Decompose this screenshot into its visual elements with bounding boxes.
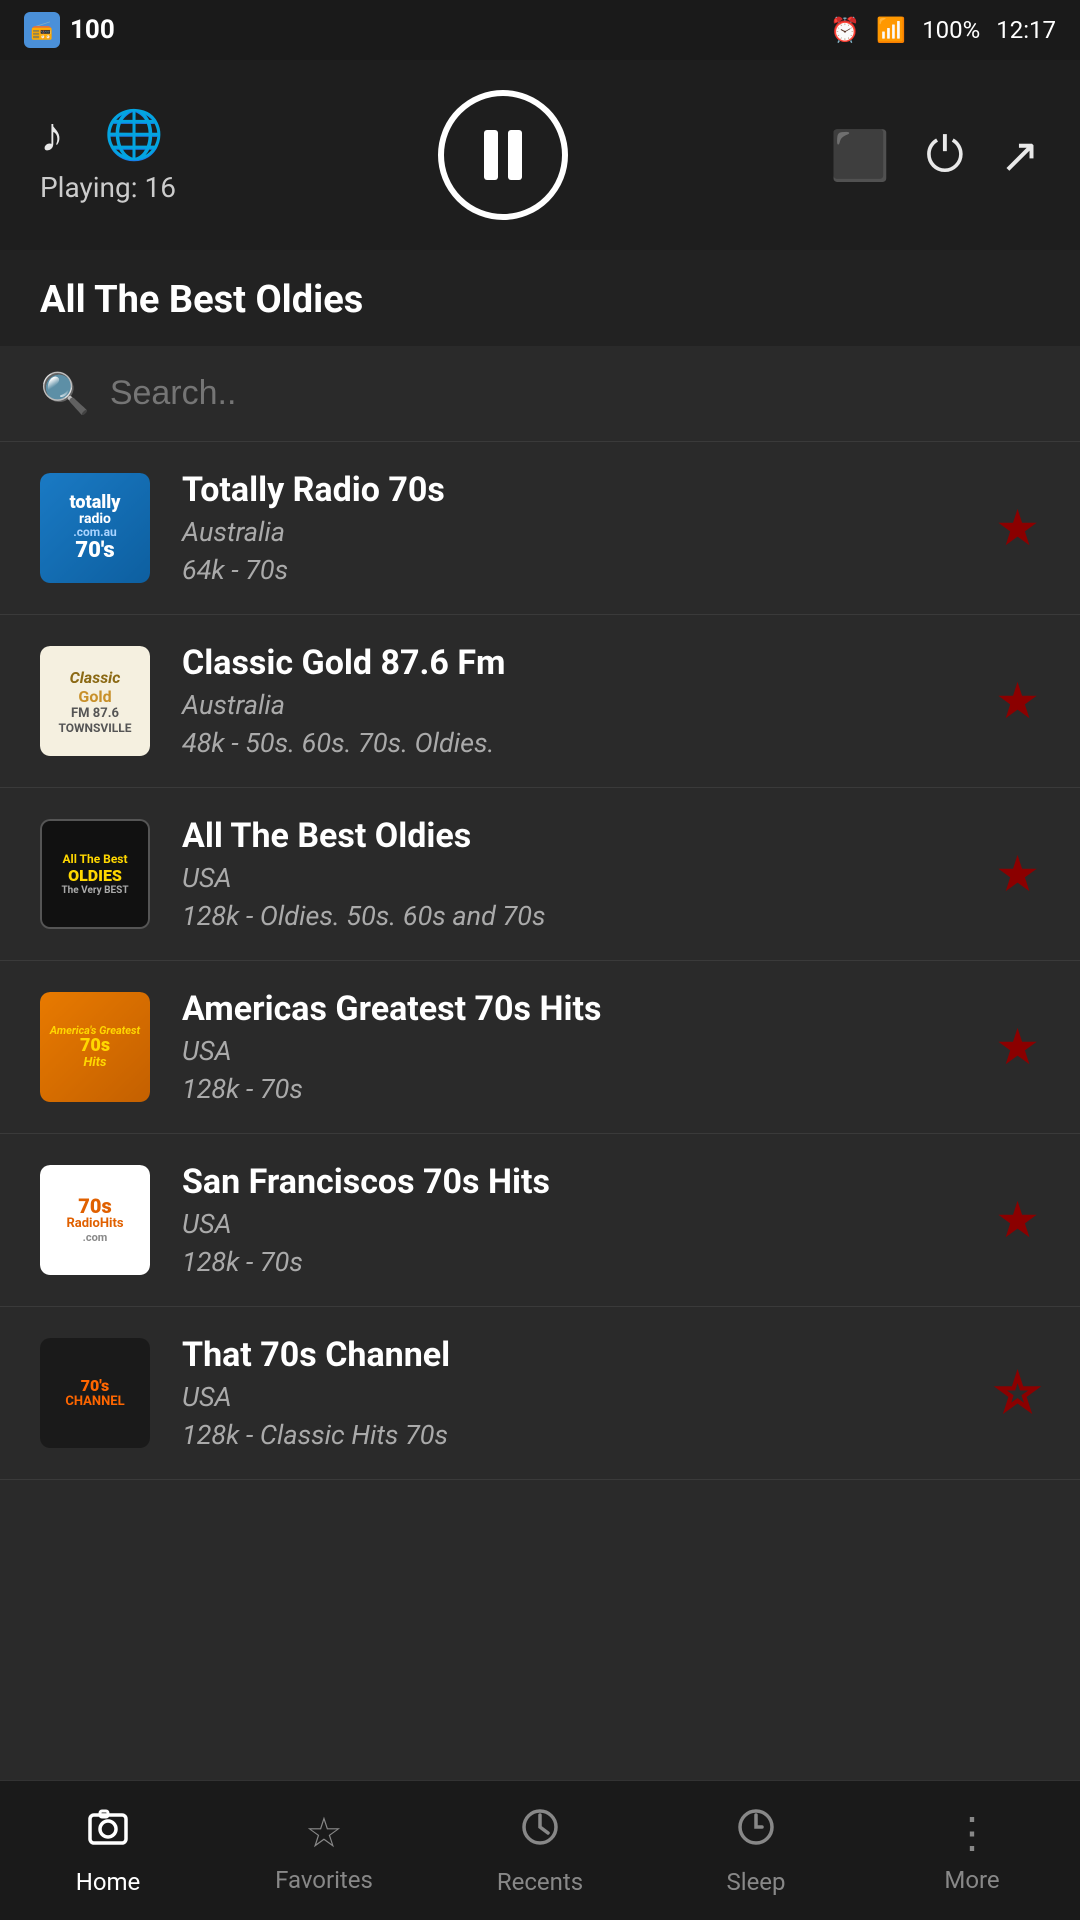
stop-icon[interactable]: ⬛ (830, 127, 890, 184)
nav-more-label: More (944, 1866, 999, 1894)
station-item[interactable]: America's Greatest 70s Hits Americas Gre… (0, 961, 1080, 1134)
station-favorite-star[interactable]: ★ (995, 499, 1040, 558)
station-bitrate: 128k - Classic Hits 70s (182, 1419, 975, 1451)
station-info: Totally Radio 70s Australia 64k - 70s (182, 470, 975, 586)
home-camera-icon (86, 1805, 130, 1860)
station-favorite-star[interactable]: ☆ (995, 1364, 1040, 1423)
station-logo: 70's CHANNEL (40, 1338, 150, 1448)
station-item[interactable]: 70s RadioHits .com San Franciscos 70s Hi… (0, 1134, 1080, 1307)
music-note-icon: ♪ (40, 106, 64, 163)
station-info: That 70s Channel USA 128k - Classic Hits… (182, 1335, 975, 1451)
station-logo: All The Best OLDIES The Very BEST (40, 819, 150, 929)
station-name: Totally Radio 70s (182, 470, 975, 510)
nav-sleep-label: Sleep (726, 1868, 785, 1896)
app-icon: 📻 (24, 12, 60, 48)
station-favorite-star[interactable]: ★ (995, 672, 1040, 731)
station-name: All The Best Oldies (182, 816, 975, 856)
bottom-nav: Home ☆ Favorites Recents Sleep ⋮ More (0, 1780, 1080, 1920)
station-name: Americas Greatest 70s Hits (182, 989, 975, 1029)
favorites-star-icon: ☆ (305, 1808, 343, 1858)
more-dots-icon: ⋮ (951, 1808, 993, 1858)
recents-history-icon (518, 1805, 562, 1860)
search-input[interactable] (110, 374, 1040, 413)
station-info: All The Best Oldies USA 128k - Oldies. 5… (182, 816, 975, 932)
search-icon: 🔍 (40, 370, 90, 417)
nav-recents-label: Recents (497, 1868, 583, 1896)
station-bitrate: 128k - 70s (182, 1246, 975, 1278)
station-item[interactable]: 70's CHANNEL That 70s Channel USA 128k -… (0, 1307, 1080, 1480)
signal-number: 100 (70, 15, 115, 45)
content-area: ♪ 🌐 Playing: 16 ⬛ ⏻ ↗ All The Best Oldie… (0, 60, 1080, 1780)
station-name: San Franciscos 70s Hits (182, 1162, 975, 1202)
station-bitrate: 128k - 70s (182, 1073, 975, 1105)
station-country: USA (182, 862, 975, 894)
battery-label: 100% (922, 16, 980, 44)
station-logo: America's Greatest 70s Hits (40, 992, 150, 1102)
station-favorite-star[interactable]: ★ (995, 845, 1040, 904)
station-name: That 70s Channel (182, 1335, 975, 1375)
status-bar: 📻 100 ⏰ 📶 100% 12:17 (0, 0, 1080, 60)
station-country: USA (182, 1035, 975, 1067)
station-country: USA (182, 1381, 975, 1413)
player-left: ♪ 🌐 Playing: 16 (40, 106, 176, 204)
station-item[interactable]: totally radio .com.au 70's Totally Radio… (0, 442, 1080, 615)
share-icon[interactable]: ↗ (1000, 127, 1040, 184)
station-name: Classic Gold 87.6 Fm (182, 643, 975, 683)
time-label: 12:17 (996, 16, 1056, 44)
pause-bar-right (508, 130, 522, 180)
power-icon[interactable]: ⏻ (926, 126, 964, 184)
player-left-icons: ♪ 🌐 (40, 106, 164, 163)
search-bar: 🔍 (0, 346, 1080, 442)
now-playing-title: All The Best Oldies (40, 278, 363, 322)
playing-label: Playing: 16 (40, 171, 176, 204)
station-logo: Classic Gold FM 87.6 TOWNSVILLE (40, 646, 150, 756)
pause-bar-left (484, 130, 498, 180)
status-left: 📻 100 (24, 12, 115, 48)
station-bitrate: 48k - 50s. 60s. 70s. Oldies. (182, 727, 975, 759)
station-bitrate: 128k - Oldies. 50s. 60s and 70s (182, 900, 975, 932)
player-right: ⬛ ⏻ ↗ (830, 126, 1040, 184)
pause-button[interactable] (438, 90, 568, 220)
station-list: totally radio .com.au 70's Totally Radio… (0, 442, 1080, 1780)
station-country: Australia (182, 516, 975, 548)
station-item[interactable]: Classic Gold FM 87.6 TOWNSVILLE Classic … (0, 615, 1080, 788)
station-logo: totally radio .com.au 70's (40, 473, 150, 583)
station-item[interactable]: All The Best OLDIES The Very BEST All Th… (0, 788, 1080, 961)
nav-more[interactable]: ⋮ More (864, 1794, 1080, 1908)
alarm-icon: ⏰ (830, 16, 860, 44)
station-info: Classic Gold 87.6 Fm Australia 48k - 50s… (182, 643, 975, 759)
nav-sleep[interactable]: Sleep (648, 1791, 864, 1910)
status-right: ⏰ 📶 100% 12:17 (830, 16, 1056, 44)
nav-home-label: Home (76, 1868, 141, 1896)
station-favorite-star[interactable]: ★ (995, 1191, 1040, 1250)
nav-favorites-label: Favorites (275, 1866, 373, 1894)
sleep-clock-icon (734, 1805, 778, 1860)
station-info: San Franciscos 70s Hits USA 128k - 70s (182, 1162, 975, 1278)
station-bitrate: 64k - 70s (182, 554, 975, 586)
pause-icon (483, 130, 523, 180)
station-favorite-star[interactable]: ★ (995, 1018, 1040, 1077)
station-logo: 70s RadioHits .com (40, 1165, 150, 1275)
nav-recents[interactable]: Recents (432, 1791, 648, 1910)
player-header: ♪ 🌐 Playing: 16 ⬛ ⏻ ↗ (0, 60, 1080, 250)
station-info: Americas Greatest 70s Hits USA 128k - 70… (182, 989, 975, 1105)
wifi-icon: 📶 (876, 16, 906, 44)
now-playing-title-section: All The Best Oldies (0, 250, 1080, 346)
station-country: USA (182, 1208, 975, 1240)
station-country: Australia (182, 689, 975, 721)
nav-home[interactable]: Home (0, 1791, 216, 1910)
globe-icon[interactable]: 🌐 (104, 106, 164, 163)
nav-favorites[interactable]: ☆ Favorites (216, 1794, 432, 1908)
